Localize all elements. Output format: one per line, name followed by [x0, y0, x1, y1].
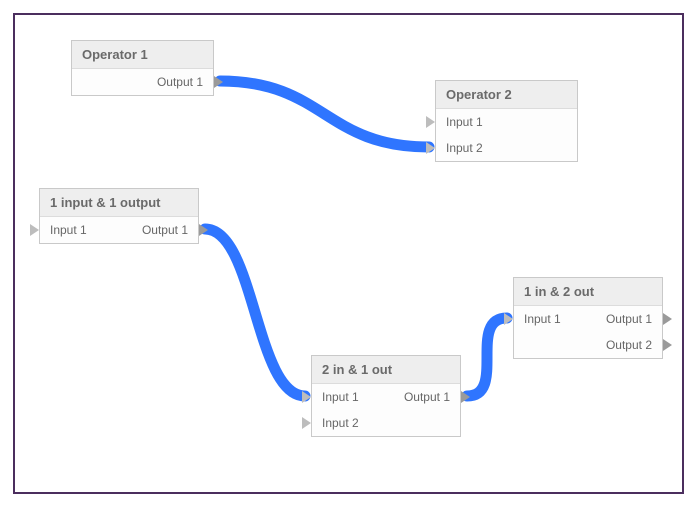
input-port-icon[interactable] [426, 142, 435, 154]
edge [205, 229, 305, 396]
input-port-icon[interactable] [30, 224, 39, 236]
input-port-label: Input 1 [446, 115, 483, 129]
output-port-label: Output 1 [142, 223, 188, 237]
node-title: Operator 1 [72, 41, 213, 69]
output-port-icon[interactable] [214, 76, 223, 88]
input-port-label: Input 2 [322, 416, 359, 430]
input-port-icon[interactable] [426, 116, 435, 128]
output-port-icon[interactable] [663, 313, 672, 325]
node-operator-2[interactable]: Operator 2 Input 1 Input 2 [435, 80, 578, 162]
node-operator-1[interactable]: Operator 1 Output 1 [71, 40, 214, 96]
output-port-label: Output 1 [157, 75, 203, 89]
edge [220, 81, 429, 147]
output-port-label: Output 2 [606, 338, 652, 352]
node-title: 1 in & 2 out [514, 278, 662, 306]
output-port-icon[interactable] [461, 391, 470, 403]
input-port-label: Input 1 [524, 312, 561, 326]
output-port-label: Output 1 [404, 390, 450, 404]
output-port-icon[interactable] [199, 224, 208, 236]
node-title: 1 input & 1 output [40, 189, 198, 217]
node-1in-1out[interactable]: 1 input & 1 output Input 1 Output 1 [39, 188, 199, 244]
input-port-label: Input 1 [322, 390, 359, 404]
output-port-label: Output 1 [606, 312, 652, 326]
input-port-label: Input 2 [446, 141, 483, 155]
input-port-icon[interactable] [504, 313, 513, 325]
input-port-label: Input 1 [50, 223, 87, 237]
node-2in-1out[interactable]: 2 in & 1 out Input 1 Output 1 Input 2 [311, 355, 461, 437]
node-title: 2 in & 1 out [312, 356, 460, 384]
diagram-canvas[interactable]: Operator 1 Output 1 Operator 2 Input 1 I… [13, 13, 684, 494]
output-port-icon[interactable] [663, 339, 672, 351]
input-port-icon[interactable] [302, 391, 311, 403]
edge [467, 318, 507, 396]
input-port-icon[interactable] [302, 417, 311, 429]
node-1in-2out[interactable]: 1 in & 2 out Input 1 Output 1 Output 2 [513, 277, 663, 359]
node-title: Operator 2 [436, 81, 577, 109]
